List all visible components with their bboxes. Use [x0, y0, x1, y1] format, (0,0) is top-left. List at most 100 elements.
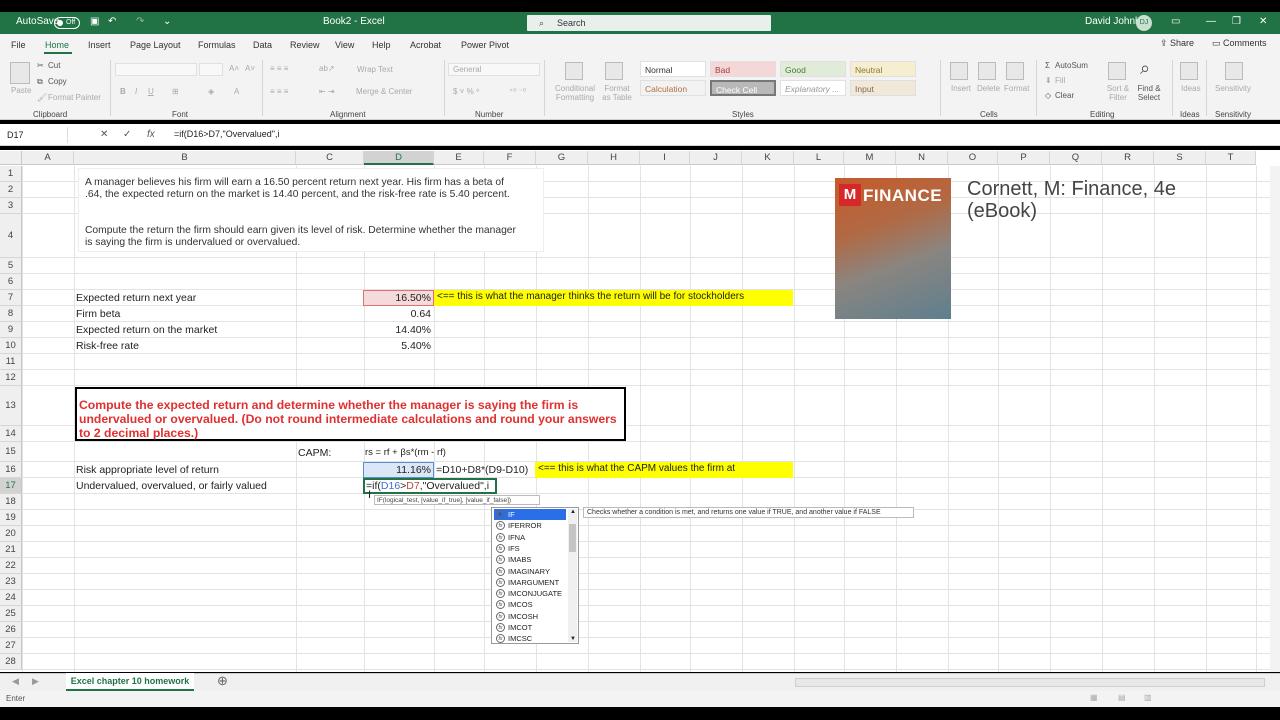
cell-edit-text[interactable]: =if(D16>D7,"Overvalued",i — [366, 480, 489, 492]
format-cells-button[interactable]: Format — [1004, 84, 1029, 93]
wrap-text-button[interactable]: Wrap Text — [357, 65, 393, 74]
style-neutral[interactable]: Neutral — [850, 61, 916, 77]
row-header-21[interactable]: 21 — [0, 542, 22, 558]
style-explanatory[interactable]: Explanatory ... — [780, 80, 846, 96]
fill-icon[interactable]: ⬇ — [1045, 76, 1052, 85]
autocomplete-item[interactable]: fx IMCOS — [494, 599, 566, 610]
avatar[interactable]: DJ — [1136, 15, 1152, 31]
row-header-3[interactable]: 3 — [0, 198, 22, 214]
column-header-h[interactable]: H — [588, 151, 640, 165]
increase-font-icon[interactable]: A˄ — [229, 64, 239, 73]
tab-help[interactable]: Help — [372, 40, 391, 50]
autocomplete-item[interactable]: fx IFNA — [494, 532, 566, 543]
add-sheet-icon[interactable]: ⊕ — [217, 673, 228, 689]
name-box[interactable]: D17 — [4, 127, 68, 143]
column-header-b[interactable]: B — [74, 151, 296, 165]
column-header-a[interactable]: A — [22, 151, 74, 165]
scroll-down-icon[interactable]: ▼ — [570, 636, 576, 642]
prev-sheet-icon[interactable]: ◀ — [12, 676, 19, 687]
column-header-s[interactable]: S — [1154, 151, 1206, 165]
autosum-button[interactable]: AutoSum — [1055, 61, 1088, 70]
tab-view[interactable]: View — [335, 40, 354, 50]
autocomplete-item[interactable]: fx IFERROR — [494, 520, 566, 531]
undo-icon[interactable]: ↶ — [108, 16, 116, 27]
row-header-4[interactable]: 4 — [0, 214, 22, 258]
share-button[interactable]: ⇪ Share — [1160, 38, 1194, 49]
format-painter-button[interactable]: Format Painter — [48, 93, 101, 102]
format-as-table-button[interactable]: Format as Table — [600, 84, 634, 102]
copy-button[interactable]: Copy — [48, 77, 67, 86]
row-header-7[interactable]: 7 — [0, 290, 22, 306]
row-header-12[interactable]: 12 — [0, 370, 22, 386]
column-header-c[interactable]: C — [296, 151, 364, 165]
next-sheet-icon[interactable]: ▶ — [32, 676, 39, 687]
autocomplete-item[interactable]: fx IMARGUMENT — [494, 577, 566, 588]
row-header-16[interactable]: 16 — [0, 462, 22, 478]
column-header-n[interactable]: N — [896, 151, 948, 165]
row-header-27[interactable]: 27 — [0, 638, 22, 654]
tab-power-pivot[interactable]: Power Pivot — [461, 40, 509, 50]
font-color-icon[interactable]: A — [234, 87, 239, 96]
close-icon[interactable]: ✕ — [1259, 16, 1267, 27]
clear-button[interactable]: Clear — [1055, 91, 1074, 100]
minimize-icon[interactable]: — — [1206, 16, 1216, 27]
page-break-view-icon[interactable]: ▥ — [1144, 693, 1152, 702]
scroll-up-icon[interactable]: ▲ — [570, 509, 576, 515]
row-header-20[interactable]: 20 — [0, 526, 22, 542]
search-box[interactable]: ⌕ Search — [527, 15, 771, 31]
insert-cells-button[interactable]: Insert — [951, 84, 971, 93]
format-cells-icon[interactable] — [1006, 62, 1024, 80]
row-header-25[interactable]: 25 — [0, 606, 22, 622]
tab-formulas[interactable]: Formulas — [198, 40, 236, 50]
format-painter-icon[interactable]: 🖌 — [37, 93, 47, 102]
find-select-icon[interactable]: ⌕ — [1140, 58, 1150, 79]
tab-insert[interactable]: Insert — [88, 40, 111, 50]
column-header-l[interactable]: L — [794, 151, 844, 165]
row-header-10[interactable]: 10 — [0, 338, 22, 354]
style-bad[interactable]: Bad — [710, 61, 776, 77]
row-header-13[interactable]: 13 — [0, 386, 22, 426]
insert-cells-icon[interactable] — [950, 62, 968, 80]
style-normal[interactable]: Normal — [640, 61, 706, 77]
market-return-value[interactable]: 14.40% — [363, 324, 431, 336]
sensitivity-icon[interactable] — [1225, 62, 1243, 80]
row-header-28[interactable]: 28 — [0, 654, 22, 670]
vertical-scrollbar[interactable] — [1270, 166, 1280, 672]
align-left-icon[interactable]: ≡ ≡ ≡ — [270, 87, 288, 96]
ideas-button[interactable]: Ideas — [1181, 84, 1201, 93]
ideas-icon[interactable] — [1180, 62, 1198, 80]
row-header-19[interactable]: 19 — [0, 510, 22, 526]
horizontal-scrollbar[interactable] — [795, 678, 1265, 687]
font-name-dropdown[interactable] — [115, 63, 197, 76]
autocomplete-item[interactable]: fx IMCOSH — [494, 611, 566, 622]
column-header-g[interactable]: G — [536, 151, 588, 165]
style-input[interactable]: Input — [850, 80, 916, 96]
row-header-2[interactable]: 2 — [0, 182, 22, 198]
row-header-24[interactable]: 24 — [0, 590, 22, 606]
cut-button[interactable]: Cut — [48, 61, 60, 70]
row-header-1[interactable]: 1 — [0, 166, 22, 182]
currency-icon[interactable]: $ ˅ % ⁹ — [453, 87, 479, 96]
column-header-p[interactable]: P — [998, 151, 1050, 165]
sort-filter-icon[interactable] — [1108, 62, 1126, 80]
copy-icon[interactable]: ⧉ — [37, 77, 43, 87]
conditional-formatting-button[interactable]: Conditional Formatting — [552, 84, 598, 102]
autocomplete-item[interactable]: fx IMABS — [494, 554, 566, 565]
column-header-t[interactable]: T — [1206, 151, 1256, 165]
maximize-icon[interactable]: ❐ — [1232, 16, 1241, 27]
row-header-26[interactable]: 26 — [0, 622, 22, 638]
sort-filter-button[interactable]: Sort & Filter — [1103, 84, 1133, 102]
redo-icon[interactable]: ↷ — [136, 16, 144, 27]
row-header-17[interactable]: 17 — [0, 478, 22, 494]
number-format-dropdown[interactable]: General — [448, 63, 540, 76]
autosum-icon[interactable]: Σ — [1045, 61, 1050, 70]
fill-button[interactable]: Fill — [1055, 76, 1065, 85]
row-header-6[interactable]: 6 — [0, 274, 22, 290]
firm-beta-value[interactable]: 0.64 — [363, 308, 431, 320]
user-name[interactable]: David Johnk — [1085, 16, 1140, 27]
tab-file[interactable]: File — [11, 40, 26, 50]
cancel-icon[interactable]: ✕ — [100, 129, 108, 140]
bold-icon[interactable]: B — [120, 87, 126, 96]
comments-button[interactable]: ▭ Comments — [1212, 38, 1267, 49]
sensitivity-button[interactable]: Sensitivity — [1215, 84, 1251, 93]
